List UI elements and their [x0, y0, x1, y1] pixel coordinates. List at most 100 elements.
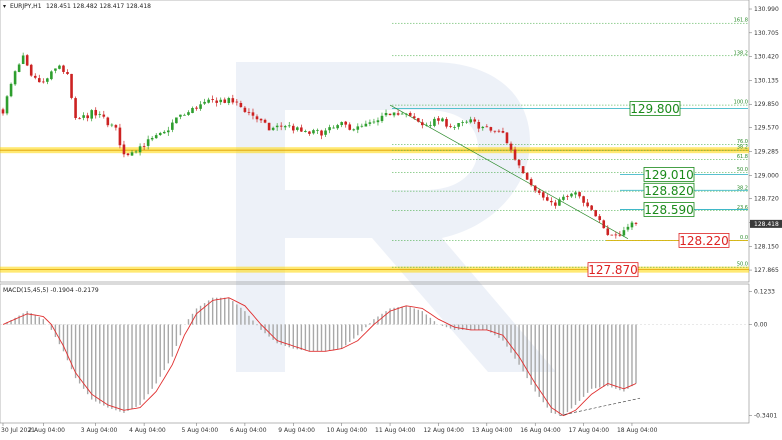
- candle-body: [481, 126, 485, 129]
- candle-body: [360, 125, 364, 127]
- price-tick-label: 130.990: [754, 6, 779, 13]
- candle-body: [219, 99, 223, 103]
- candle-body: [122, 144, 126, 155]
- candle-body: [578, 192, 581, 197]
- time-tick-label: 2 Aug 04:00: [28, 427, 65, 434]
- price-tick-label: 128.150: [754, 243, 779, 250]
- candle-body: [630, 222, 634, 228]
- candle-body: [94, 109, 98, 116]
- time-tick-label: 9 Aug 04:00: [278, 427, 315, 434]
- candle-body: [263, 119, 267, 123]
- candle-body: [50, 71, 53, 80]
- candle-body: [566, 196, 569, 197]
- candle-body: [320, 130, 323, 136]
- candle-body: [304, 130, 307, 132]
- candle-body: [126, 153, 130, 156]
- candle-body: [78, 118, 81, 120]
- candle-body: [541, 192, 545, 198]
- time-tick-label: 5 Aug 04:00: [182, 427, 219, 434]
- candle-body: [247, 111, 251, 113]
- candle-body: [195, 107, 198, 109]
- candle-body: [437, 118, 440, 121]
- candle-body: [203, 101, 206, 104]
- price-tick-label: 130.135: [754, 77, 779, 84]
- candle-body: [142, 145, 146, 147]
- price-tick-label: 129.285: [754, 148, 779, 155]
- candle-body: [175, 117, 178, 124]
- candle-body: [167, 130, 170, 133]
- candle-body: [364, 123, 368, 127]
- candle-body: [82, 115, 85, 118]
- candle-body: [445, 119, 448, 127]
- fibonacci-level-label: 138.2: [734, 50, 748, 56]
- candle-body: [25, 55, 29, 66]
- candle-body: [316, 129, 319, 131]
- candle-body: [162, 131, 166, 134]
- candle-body: [517, 159, 521, 166]
- candle-body: [634, 222, 638, 224]
- candle-body: [114, 125, 118, 128]
- candle-body: [396, 113, 400, 115]
- price-tick-label: 127.865: [754, 267, 779, 274]
- candle-body: [598, 216, 602, 221]
- candle-body: [368, 122, 372, 124]
- candle-body: [574, 192, 577, 195]
- time-tick-label: 18 Aug 04:00: [617, 427, 658, 434]
- candle-body: [618, 234, 622, 236]
- price-target-label: 127.870: [588, 263, 638, 277]
- candle-body: [231, 98, 235, 103]
- candle-body: [449, 125, 452, 127]
- candle-body: [348, 124, 352, 130]
- candle-body: [606, 228, 610, 235]
- price-target-label: 129.010: [644, 168, 694, 182]
- candle-body: [558, 199, 561, 206]
- candle-body: [590, 205, 593, 210]
- candle-body: [279, 125, 283, 127]
- candle-body: [372, 121, 376, 123]
- candle-body: [328, 127, 331, 131]
- candle-body: [187, 112, 190, 115]
- candle-body: [477, 122, 481, 129]
- macd-tick-label: 0.1233: [754, 288, 775, 295]
- candle-body: [300, 127, 303, 132]
- candle-body: [74, 98, 77, 119]
- candle-body: [259, 118, 263, 121]
- candle-body: [287, 125, 291, 127]
- candle-body: [489, 127, 493, 131]
- time-tick-label: 4 Aug 04:00: [129, 427, 166, 434]
- candle-body: [138, 146, 142, 153]
- price-tick-label: 130.705: [754, 30, 779, 37]
- candle-body: [388, 113, 392, 116]
- candle-body: [441, 118, 444, 122]
- time-tick-label: 17 Aug 04:00: [569, 427, 610, 434]
- candle-body: [183, 114, 186, 116]
- fibonacci-level-label: 161.8: [734, 18, 748, 24]
- candle-body: [469, 119, 472, 123]
- candle-body: [118, 127, 122, 146]
- macd-tick-label: 0.00: [754, 322, 768, 329]
- candle-body: [352, 129, 356, 131]
- candle-body: [529, 179, 533, 186]
- collapse-arrow-icon[interactable]: ▾: [3, 3, 6, 10]
- candle-body: [1, 109, 5, 114]
- candle-body: [296, 127, 299, 130]
- candle-body: [525, 172, 529, 180]
- candle-body: [380, 115, 384, 122]
- candle-body: [130, 152, 134, 156]
- candle-body: [223, 99, 227, 103]
- candle-body: [54, 68, 57, 71]
- candle-body: [586, 202, 589, 207]
- macd-tick-label: -0.3401: [754, 413, 777, 420]
- candle-body: [429, 125, 432, 126]
- candle-body: [5, 96, 9, 114]
- candle-body: [324, 130, 327, 135]
- candle-body: [275, 125, 279, 128]
- candle-body: [106, 117, 110, 126]
- candle-body: [251, 112, 255, 116]
- candle-body: [537, 190, 541, 193]
- candle-body: [13, 71, 17, 85]
- candle-body: [243, 107, 247, 112]
- fibonacci-level-label: 38.2: [737, 145, 748, 151]
- candle-body: [485, 126, 489, 128]
- candle-body: [17, 64, 21, 72]
